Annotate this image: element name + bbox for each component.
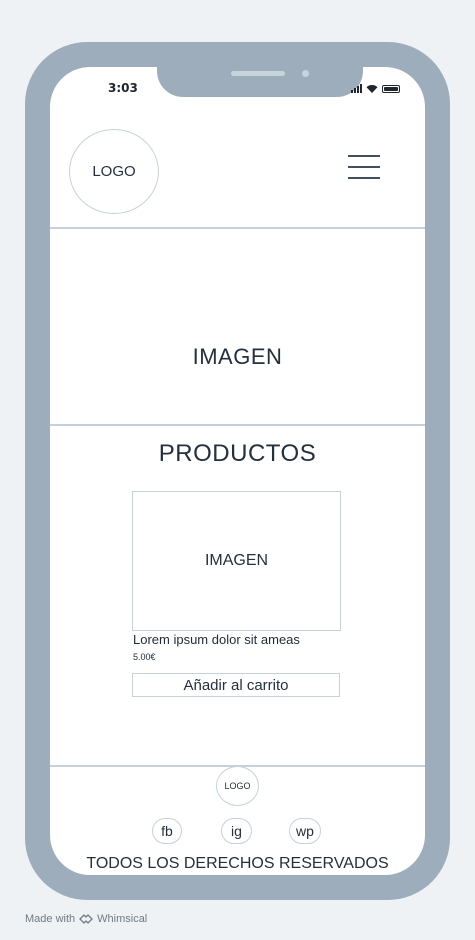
signal-icon [351,84,362,93]
status-time: 3:03 [108,81,138,95]
whatsapp-link[interactable]: wp [289,818,321,844]
camera [302,70,309,77]
footer-logo[interactable]: LOGO [216,766,259,806]
phone-notch [157,67,363,97]
copyright-text: TODOS LOS DERECHOS RESERVADOS [86,855,389,872]
phone-screen: 3:03 LOGO IMAGEN PRODUCTOS IMAGEN Lorem … [50,67,425,875]
product-image[interactable]: IMAGEN [132,491,341,631]
instagram-link[interactable]: ig [221,818,252,844]
add-to-cart-button[interactable]: Añadir al carrito [132,673,340,697]
wifi-icon [366,84,378,93]
product-price: 5.00€ [133,652,156,662]
hero-image-placeholder: IMAGEN [192,344,283,369]
whimsical-logo-icon [79,914,94,924]
product-name: Lorem ipsum dolor sit ameas [133,632,300,647]
battery-icon [382,85,400,93]
made-with-label: Made with [25,913,76,925]
header-logo[interactable]: LOGO [69,129,159,214]
hamburger-menu-icon[interactable] [348,155,380,179]
made-with-watermark[interactable]: Made with Whimsical [25,913,147,925]
phone-frame: 3:03 LOGO IMAGEN PRODUCTOS IMAGEN Lorem … [25,42,450,900]
divider [50,424,425,426]
facebook-link[interactable]: fb [152,818,182,844]
speaker [231,71,285,76]
divider [50,227,425,229]
products-title: PRODUCTOS [158,440,317,467]
whimsical-brand: Whimsical [97,913,148,925]
status-icons [351,83,400,93]
